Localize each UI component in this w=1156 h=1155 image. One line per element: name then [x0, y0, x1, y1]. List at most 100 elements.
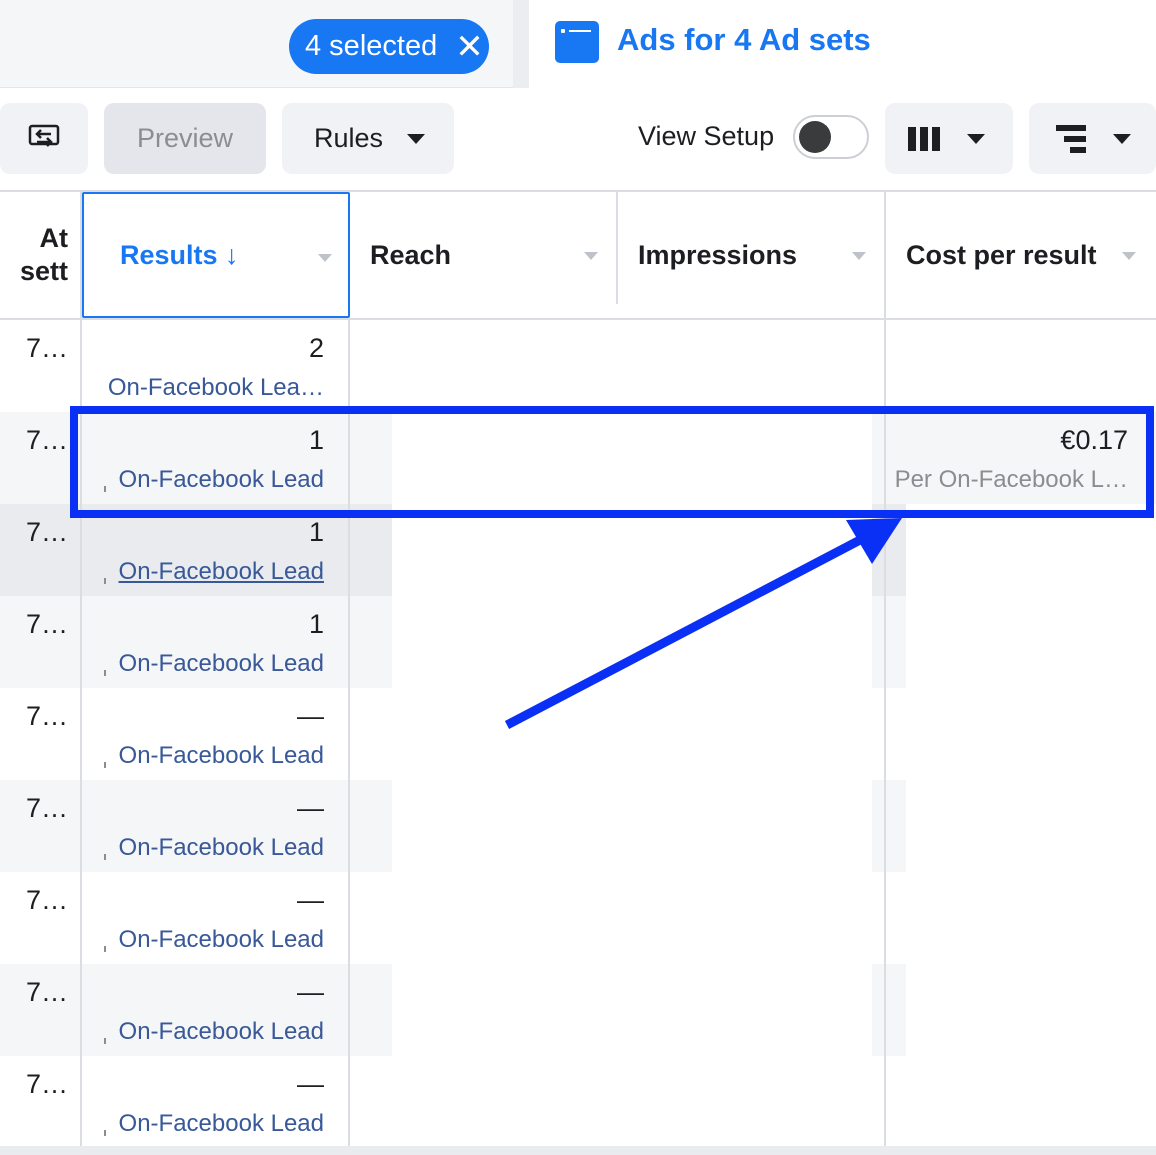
chevron-down-icon [407, 133, 426, 144]
truncation-mark [104, 762, 106, 768]
columns-icon [908, 126, 940, 151]
selection-label: 4 selected [305, 30, 438, 62]
row-shade [348, 1056, 392, 1148]
row-shade [348, 780, 392, 872]
column-menu-icon[interactable] [318, 254, 332, 262]
cell-cost-per-result [886, 320, 1156, 412]
chevron-down-icon [1113, 133, 1131, 144]
results-value: 1 [308, 609, 324, 639]
results-value: — [297, 977, 324, 1007]
truncation-mark [104, 1130, 106, 1136]
column-divider [884, 192, 886, 1155]
column-header-label: Reach [370, 239, 452, 270]
cell-results: 2 On-Facebook Lea… [82, 320, 348, 412]
cell-results: — On-Facebook Lead [82, 1056, 348, 1148]
breakdown-button[interactable] [1029, 103, 1156, 174]
row-shade [348, 688, 392, 780]
column-header-results[interactable]: Results ↓ [82, 192, 350, 318]
columns-button[interactable] [885, 103, 1013, 174]
result-type-link[interactable]: On-Facebook Lead [119, 926, 324, 954]
highlight-box [70, 406, 1154, 518]
export-icon [28, 124, 60, 147]
cell-ad-name[interactable]: 7… [0, 320, 80, 412]
cell-results: — On-Facebook Lead [82, 964, 348, 1056]
result-type-link[interactable]: On-Facebook Lead [119, 742, 324, 770]
selection-pill[interactable]: 4 selected ✕ [289, 19, 489, 74]
cell-ad-name[interactable]: 7… [0, 688, 80, 780]
cell-results: — On-Facebook Lead [82, 780, 348, 872]
cell-ad-name[interactable]: 7… [0, 596, 80, 688]
column-header-cost-per-result[interactable]: Cost per result [886, 192, 1156, 318]
row-shade [348, 320, 392, 412]
result-type-link[interactable]: On-Facebook Lead [119, 834, 324, 862]
column-header-name[interactable]: At sett [0, 192, 80, 318]
result-type-link[interactable]: On-Facebook Lea… [108, 374, 324, 402]
cell-ad-name[interactable]: 7… [0, 872, 80, 964]
column-menu-icon[interactable] [852, 252, 866, 260]
result-type-link[interactable]: On-Facebook Lead [119, 1110, 324, 1138]
cell-ad-name[interactable]: 7… [0, 964, 80, 1056]
column-header-label: Impressions [638, 239, 798, 270]
column-divider [80, 192, 82, 1155]
view-setup-label: View Setup [638, 121, 775, 151]
truncation-mark [104, 578, 106, 584]
cell-ad-name[interactable]: 7… [0, 504, 80, 596]
browser-window-icon [555, 21, 599, 63]
cell-cost-per-result [886, 596, 1156, 688]
cell-cost-per-result [886, 688, 1156, 780]
cell-ad-name[interactable]: 7… [0, 412, 80, 504]
table-row[interactable]: 7… — On-Facebook Lead [0, 964, 1156, 1056]
results-value: 2 [308, 333, 324, 363]
horizontal-scrollbar[interactable] [0, 1146, 1156, 1155]
preview-button[interactable]: Preview [104, 103, 266, 174]
table-row[interactable]: 7… 2 On-Facebook Lea… [0, 320, 1156, 412]
column-menu-icon[interactable] [584, 252, 598, 260]
truncation-mark [104, 854, 106, 860]
column-header-label: Results ↓ [120, 239, 239, 270]
truncation-mark [104, 670, 106, 676]
results-value: 1 [308, 517, 324, 547]
table-row[interactable]: 7… — On-Facebook Lead [0, 688, 1156, 780]
column-header-label: At sett [19, 223, 68, 286]
truncation-mark [104, 946, 106, 952]
result-type-link[interactable]: On-Facebook Lead [119, 1018, 324, 1046]
tab-bar: 4 selected ✕ Ads for 4 Ad sets [0, 0, 1156, 88]
results-value: — [297, 1069, 324, 1099]
rules-label: Rules [314, 123, 384, 153]
cell-ad-name[interactable]: 7… [0, 780, 80, 872]
rules-button[interactable]: Rules [282, 103, 454, 174]
row-shade [348, 872, 392, 964]
column-menu-icon[interactable] [1122, 252, 1136, 260]
table-row[interactable]: 7… — On-Facebook Lead [0, 1056, 1156, 1148]
table-row[interactable]: 7… 1 On-Facebook Lead [0, 596, 1156, 688]
table-row[interactable]: 7… — On-Facebook Lead [0, 872, 1156, 964]
result-type-link[interactable]: On-Facebook Lead [119, 558, 324, 586]
cell-results: — On-Facebook Lead [82, 872, 348, 964]
tab-divider [513, 0, 529, 88]
results-value: — [297, 793, 324, 823]
export-button[interactable] [0, 103, 88, 174]
close-icon[interactable]: ✕ [455, 30, 484, 64]
results-value: — [297, 701, 324, 731]
results-value: — [297, 885, 324, 915]
view-setup-toggle[interactable] [793, 115, 869, 159]
cell-results: 1 On-Facebook Lead [82, 596, 348, 688]
column-header-label: Cost per result [906, 239, 1097, 270]
result-type-link[interactable]: On-Facebook Lead [119, 650, 324, 678]
column-header-reach[interactable]: Reach [350, 192, 618, 318]
cell-results: — On-Facebook Lead [82, 688, 348, 780]
table-row[interactable]: 7… — On-Facebook Lead [0, 780, 1156, 872]
cell-cost-per-result [886, 1056, 1156, 1148]
cell-ad-name[interactable]: 7… [0, 1056, 80, 1148]
cell-cost-per-result [886, 872, 1156, 964]
tab-title[interactable]: Ads for 4 Ad sets [617, 22, 871, 58]
column-header-impressions[interactable]: Impressions [618, 192, 886, 318]
column-divider [616, 192, 618, 304]
row-shade [348, 596, 392, 688]
breakdown-icon [1056, 124, 1086, 153]
truncation-mark [104, 1038, 106, 1044]
chevron-down-icon [967, 133, 985, 144]
cell-cost-per-result [886, 964, 1156, 1056]
row-shade [348, 964, 392, 1056]
cell-cost-per-result [886, 780, 1156, 872]
